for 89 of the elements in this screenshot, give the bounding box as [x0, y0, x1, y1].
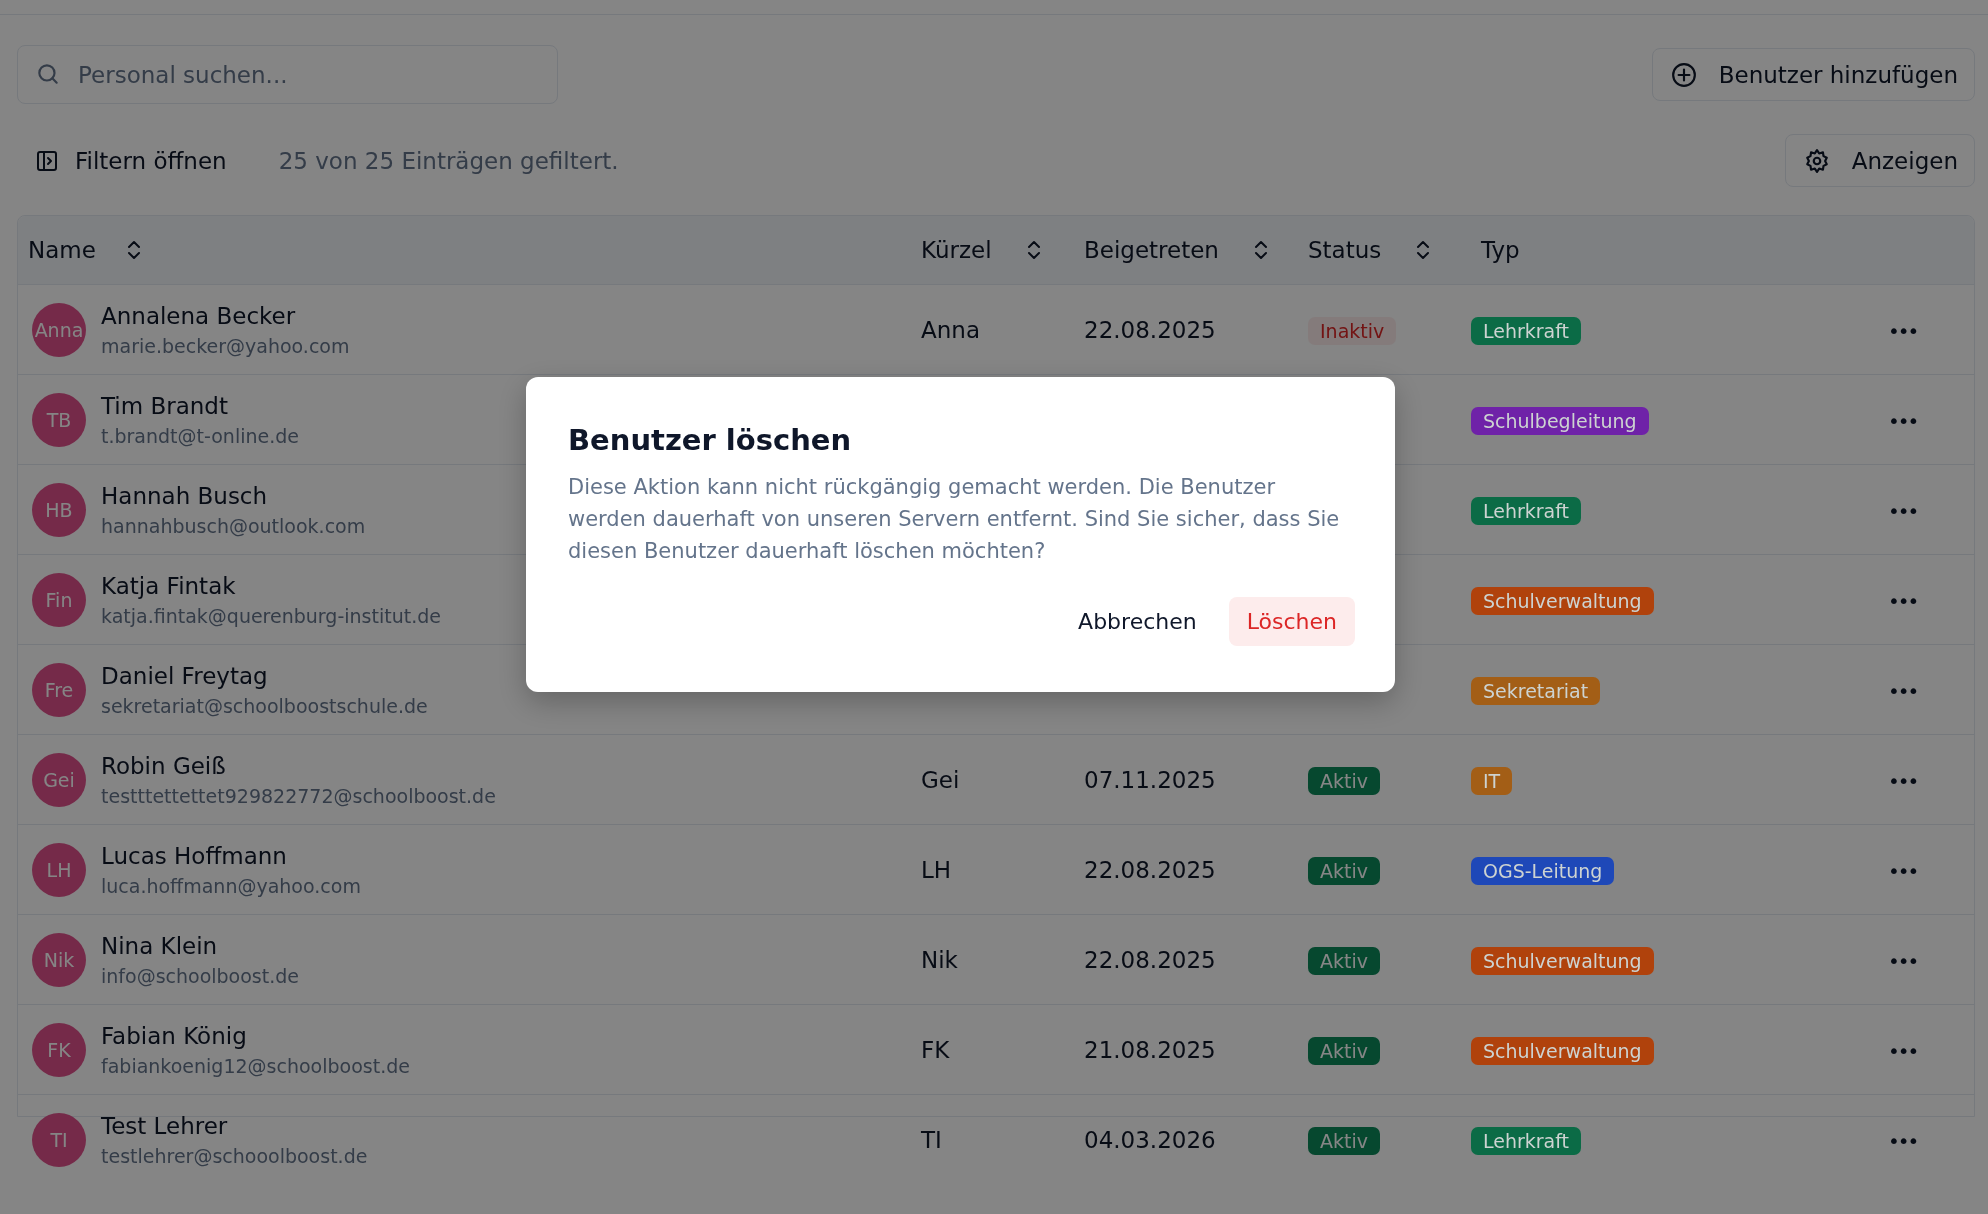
user-name: Nina Klein: [101, 931, 219, 961]
sort-icon[interactable]: [1252, 239, 1269, 261]
column-header: Name: [28, 237, 96, 263]
avatar: Nik: [32, 932, 86, 987]
status-badge: Aktiv: [1308, 856, 1380, 885]
user-name: Tim Brandt: [101, 391, 229, 421]
filter-summary: 25 von 25 Einträgen gefiltert.: [278, 147, 619, 174]
table-cell-text: Anna: [920, 316, 980, 343]
column-header: Status: [1308, 237, 1382, 263]
more-options-button[interactable]: •••: [1884, 496, 1922, 525]
more-options-button[interactable]: •••: [1884, 1126, 1922, 1155]
type-badge: Schulverwaltung: [1471, 1036, 1654, 1065]
add-user-button[interactable]: Benutzer hinzufügen: [1651, 48, 1975, 101]
user-name: Daniel Freytag: [101, 661, 269, 691]
type-badge: Lehrkraft: [1471, 316, 1582, 345]
more-options-button[interactable]: •••: [1884, 406, 1922, 435]
user-email: hannahbusch@outlook.com: [101, 513, 366, 539]
dialog-message: Diese Aktion kann nicht rückgängig gemacht werden. Die Benutzer werden dauerhaft von unseren Servern entfernt. Sind Sie sicher, dass Sie diesen Benutzer dauerhaft löschen möchten?: [568, 474, 1341, 565]
table-cell-text: Nik: [920, 946, 958, 973]
table-cell-text: LH: [920, 856, 952, 883]
user-email: fabiankoenig12@schoolboost.de: [101, 1053, 410, 1079]
user-email: katja.fintak@querenburg-institut.de: [101, 603, 441, 629]
more-options-button[interactable]: •••: [1884, 676, 1922, 705]
user-email: luca.hoffmann@yahoo.com: [101, 873, 361, 899]
sidebar-panel-icon: [35, 148, 59, 173]
status-badge: Aktiv: [1308, 766, 1380, 795]
user-email: info@schoolboost.de: [101, 963, 299, 989]
user-email: testlehrer@schooolboost.de: [101, 1143, 368, 1169]
user-email: testttettettet929822772@schoolboost.de: [101, 783, 496, 809]
type-badge: Lehrkraft: [1471, 496, 1582, 525]
column-header: Typ: [1481, 237, 1520, 263]
table-cell-text: 22.08.2025: [1083, 316, 1216, 343]
avatar: Fin: [32, 572, 86, 627]
user-name: Annalena Becker: [101, 301, 297, 331]
table-cell-text: 22.08.2025: [1083, 946, 1216, 973]
sort-icon[interactable]: [125, 239, 142, 261]
dialog-title: Benutzer löschen: [568, 423, 853, 457]
avatar: Anna: [32, 302, 86, 357]
table-cell-text: 22.08.2025: [1083, 856, 1216, 883]
settings-icon: [1803, 147, 1830, 174]
more-options-button[interactable]: •••: [1884, 766, 1922, 795]
table-cell-text: 04.03.2026: [1083, 1126, 1216, 1153]
sort-icon[interactable]: [1415, 239, 1432, 261]
avatar: HB: [32, 482, 86, 537]
status-badge: Aktiv: [1308, 946, 1380, 975]
user-name: Test Lehrer: [101, 1111, 229, 1141]
status-badge: Inaktiv: [1308, 316, 1397, 345]
plus-circle-icon: [1670, 61, 1697, 88]
type-badge: Schulverwaltung: [1471, 946, 1654, 975]
more-options-button[interactable]: •••: [1884, 1036, 1922, 1065]
user-email: t.brandt@t-online.de: [101, 423, 299, 449]
table-cell-text: 07.11.2025: [1083, 766, 1216, 793]
user-email: sekretariat@schoolboostschule.de: [101, 693, 428, 719]
avatar: TI: [32, 1112, 86, 1167]
type-badge: IT: [1471, 766, 1513, 795]
more-options-button[interactable]: •••: [1884, 316, 1922, 345]
more-options-button[interactable]: •••: [1884, 586, 1922, 615]
type-badge: Lehrkraft: [1471, 1126, 1582, 1155]
type-badge: OGS-Leitung: [1471, 856, 1615, 885]
delete-button[interactable]: Löschen: [1228, 597, 1355, 646]
type-badge: Sekretariat: [1471, 676, 1601, 705]
status-badge: Aktiv: [1308, 1036, 1380, 1065]
user-name: Katja Fintak: [101, 571, 237, 601]
type-badge: Schulverwaltung: [1471, 586, 1654, 615]
more-options-button[interactable]: •••: [1884, 856, 1922, 885]
sort-icon[interactable]: [1025, 239, 1042, 261]
user-name: Hannah Busch: [101, 481, 269, 511]
table-cell-text: 21.08.2025: [1083, 1036, 1216, 1063]
avatar: FK: [32, 1022, 86, 1077]
user-email: marie.becker@yahoo.com: [101, 333, 350, 359]
column-header: Beigetreten: [1084, 237, 1219, 263]
view-options-button[interactable]: Anzeigen: [1784, 134, 1975, 187]
open-filter-button[interactable]: Filtern öffnen: [17, 141, 245, 180]
avatar: TB: [32, 392, 86, 447]
user-name: Robin Geiß: [101, 751, 227, 781]
more-options-button[interactable]: •••: [1884, 946, 1922, 975]
avatar: Fre: [32, 662, 86, 717]
table-cell-text: TI: [920, 1126, 942, 1153]
avatar: LH: [32, 842, 86, 897]
type-badge: Schulbegleitung: [1471, 406, 1649, 435]
status-badge: Aktiv: [1308, 1126, 1380, 1155]
table-cell-text: FK: [920, 1036, 950, 1063]
column-header: Kürzel: [921, 237, 992, 263]
search-field[interactable]: Personal suchen...: [17, 45, 558, 104]
user-name: Fabian König: [101, 1021, 248, 1051]
user-name: Lucas Hoffmann: [101, 841, 288, 871]
table-cell-text: Gei: [920, 766, 960, 793]
cancel-button[interactable]: Abbrechen: [1060, 597, 1215, 646]
avatar: Gei: [32, 752, 86, 807]
